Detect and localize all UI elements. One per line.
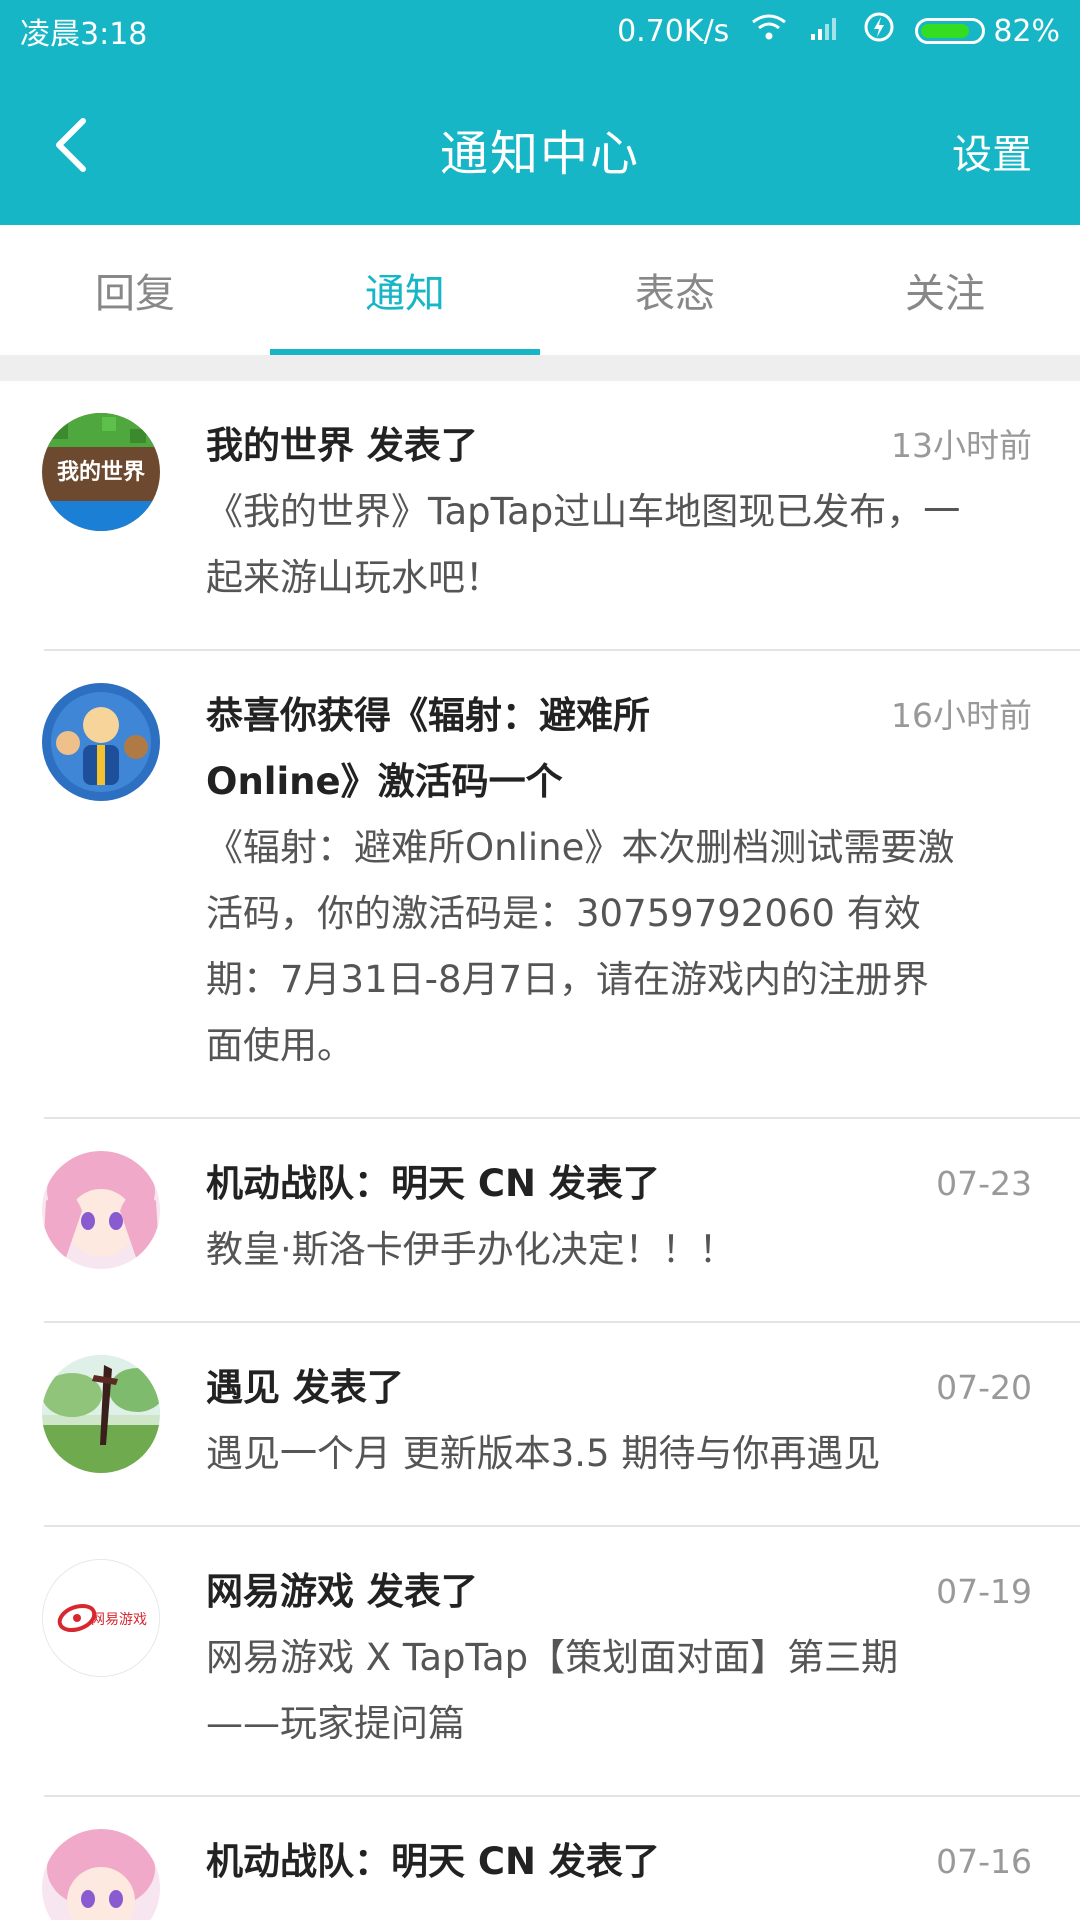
notification-title: 遇见 发表了: [206, 1366, 404, 1409]
tab-bar: 回复 通知 表态 关注: [0, 225, 1080, 355]
minecraft-icon: 我的世界: [42, 413, 160, 531]
notification-title: 我的世界 发表了: [206, 424, 478, 467]
notification-time: 07-23: [936, 1164, 1032, 1203]
notification-body: 教皇·斯洛卡伊手办化决定！！！: [206, 1228, 736, 1271]
notification-title: 机动战队：明天 CN 发表了: [206, 1840, 660, 1883]
sword-landscape-icon: [42, 1355, 160, 1473]
notification-time: 13小时前: [891, 426, 1032, 465]
signal-icon: [809, 12, 843, 50]
netease-games-icon: 网易游戏: [42, 1559, 160, 1677]
notification-header: 遇见 发表了 07-20: [206, 1355, 1032, 1421]
minecraft-logo-text: 我的世界: [57, 459, 145, 485]
fallout-shelter-icon: [42, 683, 160, 801]
notification-content: 网易游戏 发表了 07-19 网易游戏 X TapTap【策划面对面】第三期——…: [206, 1559, 1032, 1797]
tab-reactions[interactable]: 表态: [540, 225, 810, 355]
notification-header: 我的世界 发表了 13小时前: [206, 413, 1032, 479]
tab-reply[interactable]: 回复: [0, 225, 270, 355]
notification-item[interactable]: 遇见 发表了 07-20 遇见一个月 更新版本3.5 期待与你再遇见: [0, 1323, 1080, 1527]
notification-title: 网易游戏 发表了: [206, 1570, 478, 1613]
notification-body: 网易游戏 X TapTap【策划面对面】第三期——玩家提问篇: [206, 1636, 899, 1745]
notification-item[interactable]: 我的世界 我的世界 发表了 13小时前 《我的世界》TapTap过山车地图现已发…: [0, 381, 1080, 651]
battery-icon: 82%: [915, 14, 1060, 49]
notification-content: 机动战队：明天 CN 发表了 07-16: [206, 1829, 1032, 1920]
notification-body: [206, 1895, 966, 1920]
notification-header: 网易游戏 发表了 07-19: [206, 1559, 1032, 1625]
notification-header: 机动战队：明天 CN 发表了 07-23: [206, 1151, 1032, 1217]
app-header: 通知中心 设置: [0, 62, 1080, 225]
anime-girl-icon: [42, 1829, 160, 1920]
notification-item[interactable]: 网易游戏 网易游戏 发表了 07-19 网易游戏 X TapTap【策划面对面】…: [0, 1527, 1080, 1797]
notification-content: 遇见 发表了 07-20 遇见一个月 更新版本3.5 期待与你再遇见: [206, 1355, 1032, 1527]
status-right: 0.70K/s 82%: [617, 11, 1060, 51]
anime-girl-icon: [42, 1151, 160, 1269]
netease-logo-text: 网易游戏: [91, 1612, 147, 1628]
status-time: 凌晨3:18: [20, 17, 148, 52]
status-bar: 凌晨3:18 0.70K/s 82%: [0, 0, 1080, 62]
tab-following[interactable]: 关注: [810, 225, 1080, 355]
notification-header: 机动战队：明天 CN 发表了 07-16: [206, 1829, 1032, 1895]
battery-body: [915, 18, 986, 44]
notification-time: 07-16: [936, 1842, 1032, 1881]
notification-header: 恭喜你获得《辐射：避难所Online》激活码一个 16小时前: [206, 683, 1032, 815]
notification-title: 机动战队：明天 CN 发表了: [206, 1162, 660, 1205]
notification-title: 恭喜你获得《辐射：避难所Online》激活码一个: [206, 694, 650, 803]
notification-list: 我的世界 我的世界 发表了 13小时前 《我的世界》TapTap过山车地图现已发…: [0, 381, 1080, 1920]
charging-icon: [863, 11, 895, 51]
notification-item[interactable]: 恭喜你获得《辐射：避难所Online》激活码一个 16小时前 《辐射：避难所On…: [0, 651, 1080, 1119]
battery-percent: 82%: [993, 13, 1060, 49]
notification-content: 我的世界 发表了 13小时前 《我的世界》TapTap过山车地图现已发布，一起来…: [206, 413, 1032, 651]
section-gap: [0, 355, 1080, 381]
tab-notifications[interactable]: 通知: [270, 225, 540, 355]
settings-button[interactable]: 设置: [952, 122, 1032, 180]
battery-fill: [921, 24, 969, 38]
notification-time: 07-19: [936, 1572, 1032, 1611]
notification-item[interactable]: 机动战队：明天 CN 发表了 07-23 教皇·斯洛卡伊手办化决定！！！: [0, 1119, 1080, 1323]
notification-time: 16小时前: [891, 696, 1032, 735]
page-title: 通知中心: [439, 126, 640, 182]
notification-time: 07-20: [936, 1368, 1032, 1407]
wifi-icon: [749, 12, 789, 50]
notification-body: 《我的世界》TapTap过山车地图现已发布，一起来游山玩水吧！: [206, 490, 961, 599]
network-speed: 0.70K/s: [617, 13, 730, 49]
notification-body: 遇见一个月 更新版本3.5 期待与你再遇见: [206, 1432, 881, 1475]
notification-content: 恭喜你获得《辐射：避难所Online》激活码一个 16小时前 《辐射：避难所On…: [206, 683, 1032, 1119]
notification-body: 《辐射：避难所Online》本次删档测试需要激活码，你的激活码是：3075979…: [206, 826, 955, 1067]
notification-item[interactable]: 机动战队：明天 CN 发表了 07-16: [0, 1797, 1080, 1920]
notification-content: 机动战队：明天 CN 发表了 07-23 教皇·斯洛卡伊手办化决定！！！: [206, 1151, 1032, 1323]
